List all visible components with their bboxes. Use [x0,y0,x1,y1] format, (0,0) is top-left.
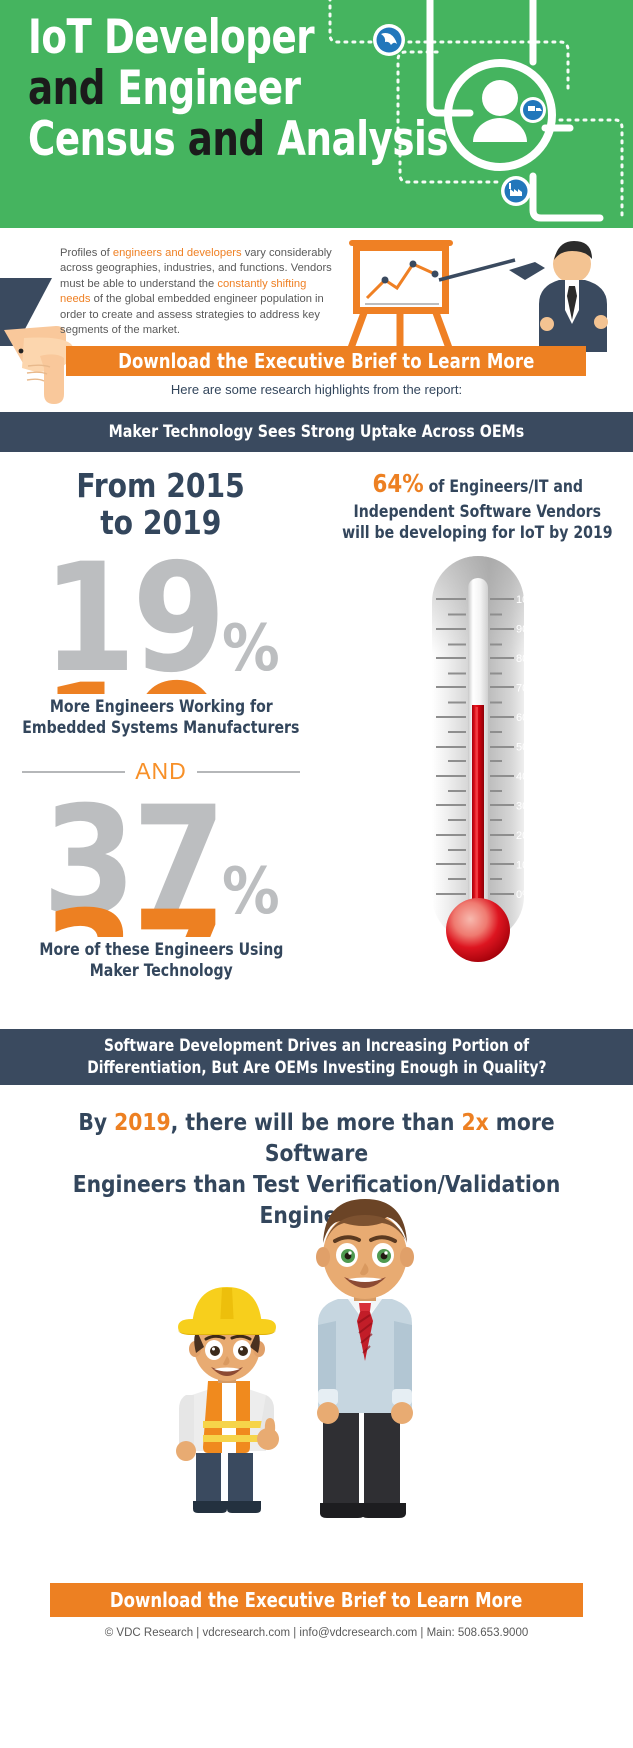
thermometer-tick-label: 20% [516,830,538,842]
stat-19-percent-symbol: % [222,611,280,686]
stat-64-line-3: will be developing for IoT by 2019 [342,522,613,542]
small-worker-figure [176,1287,279,1513]
iot-adoption-statement: 64% of Engineers/IT and Independent Soft… [322,468,633,543]
thermometer-tick-label: 30% [516,801,538,813]
from-to-heading: From 2015 to 2019 [0,466,322,542]
banner-1-label: Maker Technology Sees Strong Uptake Acro… [108,422,525,442]
section-banner-software-development: Software Development Drives an Increasin… [0,1029,633,1085]
stat-19-caption-line-1: More Engineers Working for [49,696,273,716]
thermometer-tick-label: 10% [516,860,538,872]
download-executive-brief-button-bottom[interactable]: Download the Executive Brief to Learn Mo… [50,1583,583,1617]
stat-19-percent: 19 19 % [0,544,322,694]
ratio-prefix: By [78,1108,115,1136]
title-line-2: and Engineer [28,61,301,116]
software-engineers-section: By 2019, there will be more than 2x more… [0,1085,633,1565]
research-highlights-note: Here are some research highlights from t… [170,382,463,397]
from-line-1: From 2015 [76,466,246,505]
banner-2-line-1: Software Development Drives an Increasin… [103,1036,530,1056]
intro-section: Profiles of engineers and developers var… [0,228,633,412]
intro-paragraph: Profiles of engineers and developers var… [60,247,332,337]
infographic-page: IoT Developer and Engineer Census and An… [0,0,633,1748]
stat-64-percent: 64% [372,469,424,498]
banner-2-line-2: Differentiation, But Are OEMs Investing … [86,1058,547,1077]
stat-37-caption-line-2: Maker Technology [89,961,233,981]
title-line-3: Census and Analysis [28,112,449,167]
stats-section: From 2015 to 2019 19 19 % More Engineers… [0,452,633,1029]
header-banner: IoT Developer and Engineer Census and An… [0,0,633,228]
large-engineer-figure [316,1199,414,1518]
section-banner-maker-technology: Maker Technology Sees Strong Uptake Acro… [0,412,633,452]
stat-37-percent: 37 37 % [0,787,322,937]
divider-line-left [22,770,126,773]
thermometer-tick-label: 50% [516,742,538,754]
thermometer-tick-label: 0% [516,889,532,901]
thermometer-tick-label: 100% [516,594,542,606]
cta-top-label: Download the Executive Brief to Learn Mo… [117,349,535,373]
stat-37-fill: 37 [42,892,222,937]
stat-37-number: 37 37 [42,775,226,950]
copyright-contact-line: © VDC Research | vdcresearch.com | info@… [104,1627,529,1639]
thermometer-tick-label: 80% [516,653,538,665]
ratio-year: 2019 [114,1108,171,1136]
thermometer-tick-label: 60% [516,712,538,724]
thermometer-chart: 100% 90% 80% 70% 60% 50% 40% 30% 20% 10% 0% [431,556,542,962]
stat-19-caption-line-2: Embedded Systems Manufacturers [22,718,300,738]
stat-37-caption-line-1: More of these Engineers Using [39,940,283,960]
stats-right-column: 64% of Engineers/IT and Independent Soft… [322,452,633,1029]
ratio-mid: , there will be more than [170,1108,462,1136]
download-executive-brief-button-top[interactable]: Download the Executive Brief to Learn Mo… [66,346,586,376]
stat-64-rest: of Engineers/IT and [423,477,583,496]
presenter-whiteboard-illustration [347,240,608,352]
stat-64-line-2: Independent Software Vendors [353,501,602,521]
stat-37-caption: More of these Engineers Using Maker Tech… [0,939,322,981]
thermometer-tick-label: 90% [516,624,538,636]
engineers-illustration [176,1199,414,1518]
stat-19-number: 19 19 [42,531,226,706]
page-title: IoT Developer and Engineer Census and An… [28,14,498,167]
divider-line-right [196,770,300,773]
thermometer-tick-label: 40% [516,771,538,783]
stat-19-fill: 19 [42,665,222,694]
stat-37-percent-symbol: % [222,855,280,930]
title-line-1: IoT Developer [28,10,315,65]
ratio-multiplier: 2x [461,1108,489,1136]
thermometer-tick-label: 70% [516,683,538,695]
footer-section: Download the Executive Brief to Learn Mo… [0,1565,633,1663]
cta-bottom-label: Download the Executive Brief to Learn Mo… [110,1588,523,1612]
stats-left-column: From 2015 to 2019 19 19 % More Engineers… [0,452,322,1029]
